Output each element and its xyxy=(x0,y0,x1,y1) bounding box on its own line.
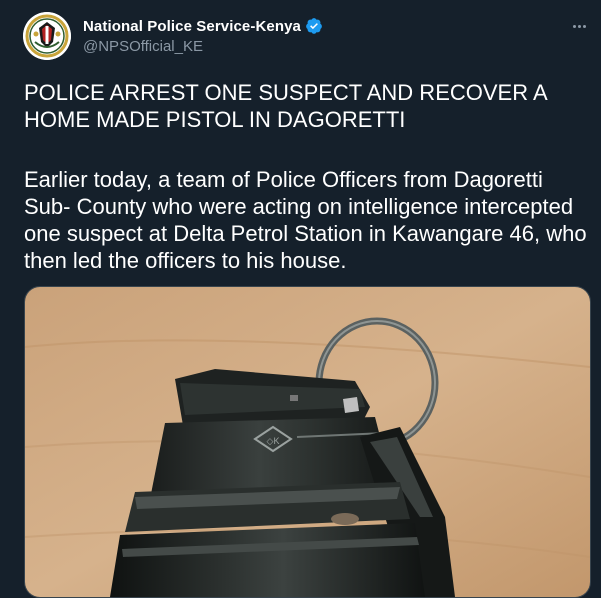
author-avatar[interactable] xyxy=(23,12,71,60)
tweet-media-photo[interactable]: ◇K xyxy=(24,286,591,598)
more-options-icon[interactable] xyxy=(568,18,590,34)
author-name[interactable]: National Police Service-Kenya xyxy=(83,18,301,35)
media-stamp: ◇K xyxy=(267,436,280,446)
police-crest-icon xyxy=(23,12,71,60)
tweet-body: Earlier today, a team of Police Officers… xyxy=(24,167,587,273)
tweet-card: National Police Service-Kenya @NPSOffici… xyxy=(0,0,601,598)
author-handle[interactable]: @NPSOfficial_KE xyxy=(83,38,203,55)
verified-badge-icon xyxy=(305,17,323,35)
tweet-headline: POLICE ARREST ONE SUSPECT AND RECOVER A … xyxy=(24,80,547,132)
grenade-photo: ◇K xyxy=(25,287,590,597)
author-name-row: National Police Service-Kenya xyxy=(83,17,323,35)
